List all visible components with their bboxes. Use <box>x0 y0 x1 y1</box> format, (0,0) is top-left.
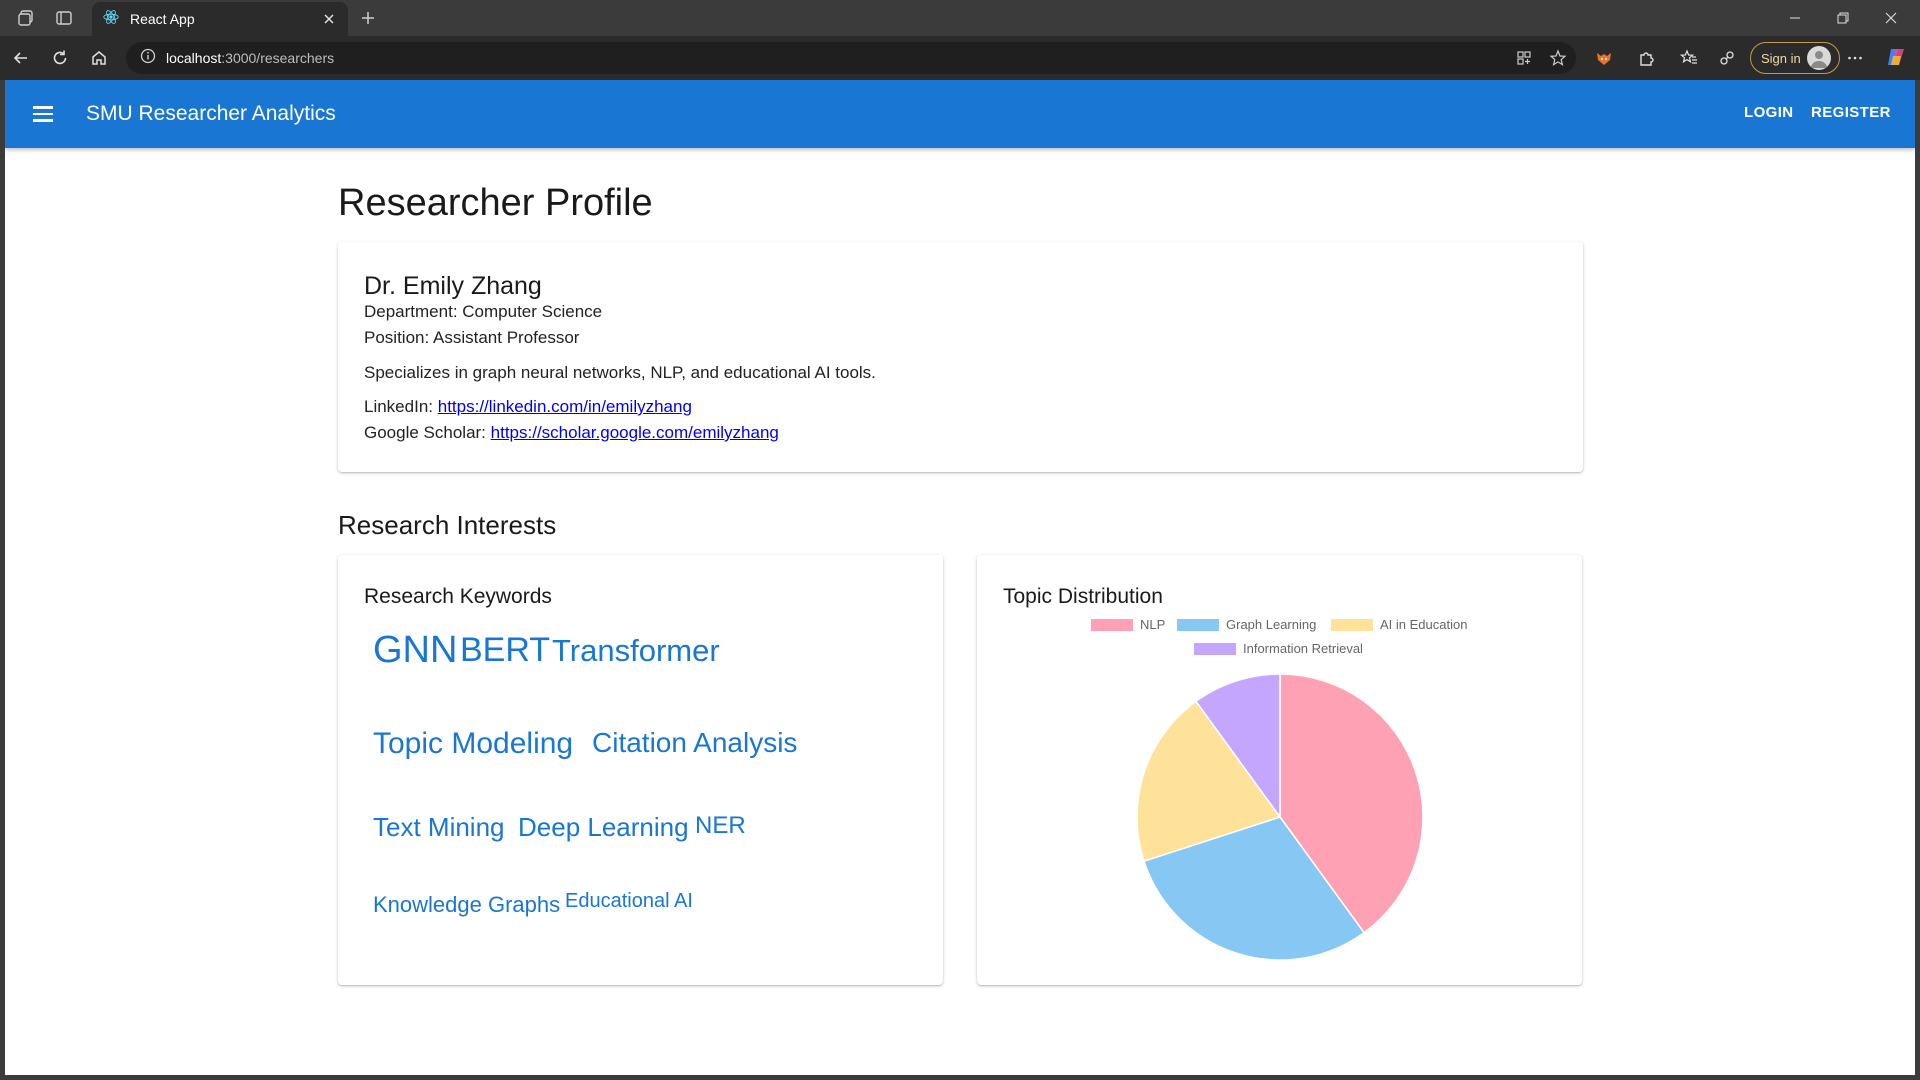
browser-tab-active[interactable]: React App <box>92 2 348 36</box>
researcher-bio: Specializes in graph neural networks, NL… <box>364 363 876 382</box>
keyword-deep-learning[interactable]: Deep Learning <box>518 812 689 843</box>
profile-card: Dr. Emily Zhang Department: Computer Sci… <box>338 242 1583 472</box>
back-icon[interactable] <box>9 46 33 70</box>
keyword-bert[interactable]: BERT <box>460 631 550 670</box>
extension-fox-icon[interactable] <box>1592 46 1616 70</box>
site-info-icon[interactable] <box>140 48 156 69</box>
extensions-puzzle-icon[interactable] <box>1634 46 1658 70</box>
department-value: Computer Science <box>462 302 603 321</box>
copilot-icon[interactable] <box>1884 45 1908 69</box>
app-available-icon[interactable] <box>1512 46 1536 70</box>
address-bar[interactable]: localhost:3000/researchers <box>126 42 1576 74</box>
keywords-card-title: Research Keywords <box>364 585 552 608</box>
home-icon[interactable] <box>87 46 111 70</box>
position-value: Assistant Professor <box>433 328 580 347</box>
collections-icon[interactable] <box>1715 46 1739 70</box>
keyword-transformer[interactable]: Transformer <box>552 633 720 669</box>
restore-icon[interactable] <box>1820 4 1866 32</box>
keyword-topic-modeling[interactable]: Topic Modeling <box>373 727 573 761</box>
reload-icon[interactable] <box>48 46 72 70</box>
sign-in-button[interactable]: Sign in <box>1750 42 1840 74</box>
login-button[interactable]: LOGIN <box>1744 104 1794 121</box>
keyword-text-mining[interactable]: Text Mining <box>373 812 505 843</box>
favorite-star-icon[interactable] <box>1546 46 1570 70</box>
keyword-ner[interactable]: NER <box>695 812 746 840</box>
keyword-citation-analysis[interactable]: Citation Analysis <box>592 727 797 759</box>
app-header: SMU Researcher Analytics LOGIN REGISTER <box>5 80 1915 148</box>
researcher-name: Dr. Emily Zhang <box>364 272 542 300</box>
url-path: :3000/researchers <box>221 50 335 66</box>
browser-tabstrip: React App <box>0 0 1920 36</box>
linkedin-label: LinkedIn: <box>364 397 433 416</box>
more-options-icon[interactable] <box>1843 46 1867 70</box>
menu-icon[interactable] <box>31 102 55 126</box>
keyword-knowledge-graphs[interactable]: Knowledge Graphs <box>373 892 560 918</box>
linkedin-line: LinkedIn: https://linkedin.com/in/emilyz… <box>364 397 692 417</box>
scholar-link[interactable]: https://scholar.google.com/emilyzhang <box>491 423 779 442</box>
url-host: localhost <box>166 50 222 66</box>
scholar-line: Google Scholar: https://scholar.google.c… <box>364 423 779 443</box>
topic-pie-chart <box>1136 673 1424 961</box>
url-text: localhost:3000/researchers <box>166 50 334 66</box>
keyword-educational-ai[interactable]: Educational AI <box>565 890 693 913</box>
linkedin-link[interactable]: https://linkedin.com/in/emilyzhang <box>438 397 692 416</box>
topic-distribution-card: Topic Distribution NLP Graph Learning AI i… <box>977 555 1582 985</box>
scholar-label: Google Scholar: <box>364 423 486 442</box>
browser-toolbar: localhost:3000/researchers <box>0 36 1920 80</box>
react-logo-icon <box>102 8 120 31</box>
keyword-gnn[interactable]: GNN <box>373 629 457 672</box>
keywords-card: Research Keywords GNN BERT Transformer T… <box>338 555 943 985</box>
close-window-icon[interactable] <box>1868 4 1914 32</box>
position-label: Position: <box>364 328 430 347</box>
position-line: Position: Assistant Professor <box>364 328 579 348</box>
page-viewport: SMU Researcher Analytics LOGIN REGISTER … <box>5 80 1915 1075</box>
page-title: Researcher Profile <box>338 182 653 224</box>
sign-in-label: Sign in <box>1761 50 1801 66</box>
new-tab-icon[interactable] <box>356 6 380 30</box>
department-label: Department: <box>364 302 458 321</box>
profile-avatar-icon <box>1806 46 1831 70</box>
app-title: SMU Researcher Analytics <box>86 102 336 125</box>
tab-actions-icon[interactable] <box>52 6 76 30</box>
workspaces-icon[interactable] <box>14 6 38 30</box>
section-title-research-interests: Research Interests <box>338 510 557 540</box>
tab-title: React App <box>130 11 195 27</box>
register-button[interactable]: REGISTER <box>1811 104 1891 121</box>
close-tab-icon[interactable] <box>320 10 338 28</box>
department-line: Department: Computer Science <box>364 302 602 322</box>
favorites-icon[interactable] <box>1677 46 1701 70</box>
minimize-icon[interactable] <box>1772 4 1818 32</box>
